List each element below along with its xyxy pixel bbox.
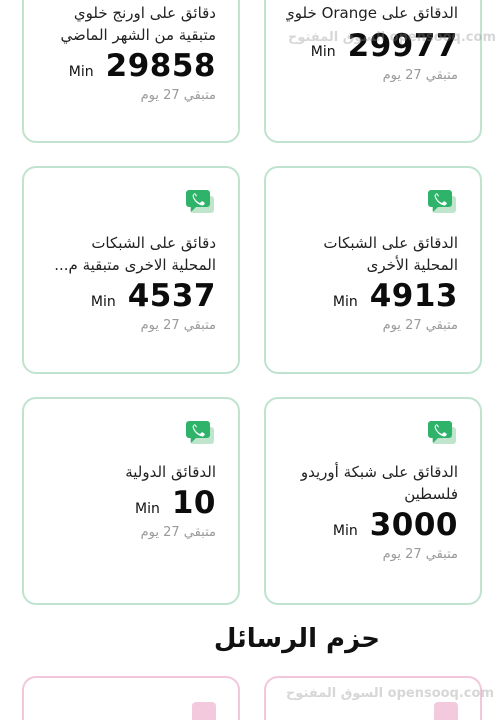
unit-label: Min [332,294,358,310]
days-remaining: متبقي 27 يوم [140,318,216,333]
days-remaining: متبقي 27 يوم [140,88,216,103]
minutes-value: 10 [171,485,216,521]
card-title-line-2: متبقية من الشهر الماضي [60,26,216,44]
card-title-line-1: دقائق على الشبكات [91,234,216,252]
card-title-line-1: الدقائق على شبكة أوريدو [300,463,458,481]
unit-label: Min [135,501,160,517]
green-chat-phone-icon [184,419,216,447]
unit-label: Min [310,44,336,60]
unit-label: Min [332,523,358,539]
card-orange-mobile[interactable]: الدقائق على Orange خلوي Min 29977 متبقي … [264,0,482,143]
minutes-value: 3000 [369,507,458,543]
minutes-value: 29858 [105,48,216,84]
green-chat-phone-icon [426,188,458,216]
section-title-sms-bundles: حزم الرسائل [213,624,380,654]
card-title-line-2: المحلية الاخرى متبقية م... [54,256,216,274]
card-title-line-1: الدقائق على الشبكات [323,234,458,252]
minutes-value: 4537 [127,278,216,314]
card-international[interactable]: الدقائق الدولية Min 10 متبقي 27 يوم [22,397,240,605]
unit-label: Min [68,64,94,80]
days-remaining: متبقي 27 يوم [382,68,458,83]
card-title-line-1: الدقائق الدولية [125,463,216,481]
card-local-networks[interactable]: الدقائق على الشبكات المحلية الأخرى Min 4… [264,166,482,374]
pink-message-icon [192,702,216,720]
green-chat-phone-icon [184,188,216,216]
sms-card-left[interactable] [22,676,240,720]
card-local-networks-remaining[interactable]: دقائق على الشبكات المحلية الاخرى متبقية … [22,166,240,374]
card-ooredoo-palestine[interactable]: الدقائق على شبكة أوريدو فلسطين Min 3000 … [264,397,482,605]
days-remaining: متبقي 27 يوم [382,547,458,562]
days-remaining: متبقي 27 يوم [382,318,458,333]
card-title-line-1: دقائق على اورنج خلوي [73,4,216,22]
minutes-value: 4913 [369,278,458,314]
watermark-top: السوق المفتوح opensooq.com [288,30,496,45]
card-title-line-2: المحلية الأخرى [366,256,458,274]
card-title-line-1: الدقائق على Orange خلوي [286,4,458,22]
days-remaining: متبقي 27 يوم [140,525,216,540]
watermark-bottom: السوق المفتوح opensooq.com [286,686,494,701]
pink-message-icon [434,702,458,720]
card-title-line-2: فلسطين [404,485,458,503]
green-chat-phone-icon [426,419,458,447]
unit-label: Min [90,294,116,310]
card-orange-last-month[interactable]: دقائق على اورنج خلوي متبقية من الشهر الم… [22,0,240,143]
